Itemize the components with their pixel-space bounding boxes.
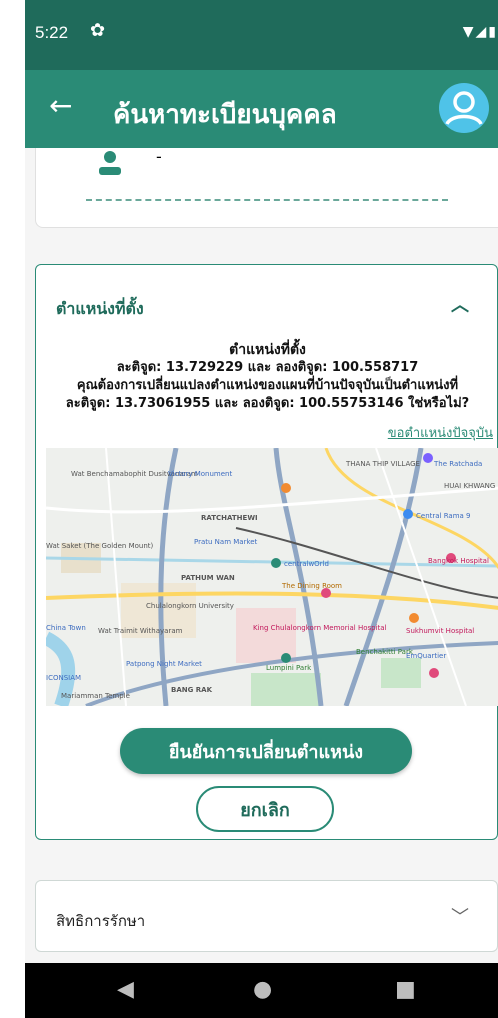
map-label: HUAI KHWANG: [444, 482, 495, 490]
app-bar: ← ค้นหาทะเบียนบุคคล: [25, 70, 498, 148]
map-label: Patpong Night Market: [126, 660, 202, 668]
map-label: Bangkok Hospital: [428, 557, 489, 565]
map-view[interactable]: Wat Benchamabophit Dusitvanaram Victory …: [46, 448, 498, 706]
system-icons: ▼◢▮: [462, 24, 498, 40]
page-title: ค้นหาทะเบียนบุคคล: [113, 100, 337, 130]
medical-rights-card[interactable]: สิทธิการรักษา ﹀: [35, 880, 498, 952]
content-area: - ตำแหน่งที่ตั้ง ︿ ตำแหน่งที่ตั้ง ละติจู…: [25, 148, 498, 963]
medical-rights-label: สิทธิการรักษา: [56, 912, 146, 930]
current-location-link[interactable]: ขอตำแหน่งปัจจุบัน: [388, 422, 493, 443]
map-label: The Ratchada: [433, 460, 482, 468]
person-icon: [99, 151, 121, 175]
location-card: ตำแหน่งที่ตั้ง ︿ ตำแหน่งที่ตั้ง ละติจูด:…: [35, 264, 498, 840]
map-label: Wat Traimit Withayaram: [98, 627, 183, 635]
location-message: ตำแหน่งที่ตั้ง ละติจูด: 13.729229 และ ลอ…: [36, 341, 498, 413]
map-label: China Town: [46, 624, 86, 632]
map-label: BANG RAK: [171, 686, 213, 694]
dashed-divider: [86, 199, 448, 201]
message-line2: คุณต้องการเปลี่ยนแปลงตำแหน่งของแผนที่บ้า…: [76, 378, 459, 393]
map-label: centralwOrld: [284, 560, 329, 568]
cancel-button[interactable]: ยกเลิก: [196, 786, 334, 832]
map-label: ICONSIAM: [46, 674, 81, 682]
map-park: [251, 673, 321, 706]
nav-back-icon[interactable]: ◀: [117, 977, 134, 1002]
system-nav-bar: ◀ ● ■: [25, 963, 498, 1018]
map-label: PATHUM WAN: [181, 574, 235, 582]
map-label: Chulalongkorn University: [146, 602, 234, 610]
nav-recents-icon[interactable]: ■: [395, 977, 416, 1002]
nav-home-icon[interactable]: ●: [253, 977, 272, 1002]
settings-gear-icon: ✿: [90, 20, 106, 41]
avatar-icon[interactable]: [438, 82, 490, 134]
map-label: THANA THIP VILLAGE: [345, 460, 420, 468]
map-label: The Dining Room: [281, 582, 342, 590]
chevron-up-icon[interactable]: ︿: [451, 291, 469, 317]
message-title: ตำแหน่งที่ตั้ง: [229, 342, 306, 358]
map-label: Pratu Nam Market: [194, 538, 258, 546]
map-label: RATCHATHEWI: [201, 514, 258, 522]
location-header[interactable]: ตำแหน่งที่ตั้ง: [56, 297, 144, 322]
person-value: -: [156, 148, 162, 166]
message-line1: ละติจูด: 13.729229 และ ลองติจูด: 100.558…: [116, 360, 419, 375]
confirm-change-location-button[interactable]: ยืนยันการเปลี่ยนตำแหน่ง: [120, 728, 412, 774]
chevron-down-icon[interactable]: ﹀: [451, 903, 469, 929]
map-label: EmQuartier: [406, 652, 446, 660]
back-arrow-icon[interactable]: ←: [49, 88, 72, 124]
message-line3: ละติจูด: 13.73061955 และ ลองติจูด: 100.5…: [65, 396, 470, 411]
map-label: Wat Saket (The Golden Mount): [46, 542, 154, 550]
person-card: -: [35, 148, 498, 228]
map-label: King Chulalongkorn Memorial Hospital: [253, 624, 387, 632]
map-park: [381, 658, 421, 688]
map-label: Central Rama 9: [416, 512, 471, 520]
map-label: Mariamman Temple: [61, 692, 130, 700]
status-bar: 5:22 ✿ ▼◢▮: [25, 0, 498, 70]
map-label: Victory Monument: [168, 470, 232, 478]
map-label: Lumpini Park: [266, 664, 312, 672]
status-time: 5:22: [35, 23, 69, 42]
map-label: Sukhumvit Hospital: [406, 627, 474, 635]
